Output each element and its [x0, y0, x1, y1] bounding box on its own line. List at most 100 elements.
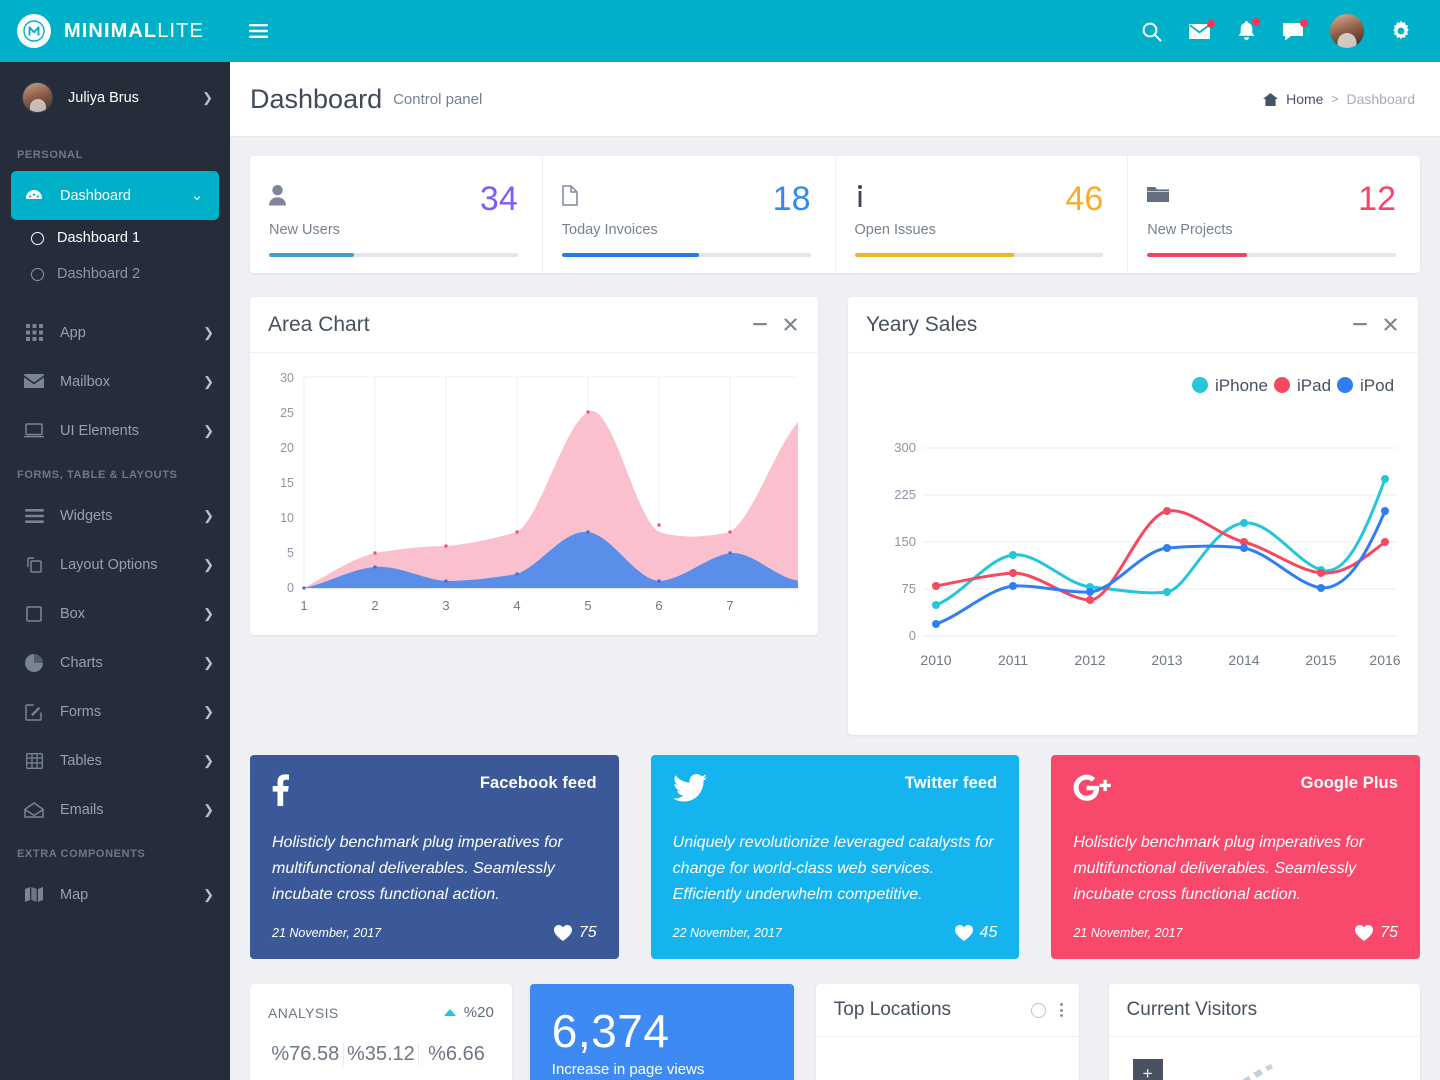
sidebar: MINIMALLITE Juliya Brus ❯ PERSONAL Dashb…	[0, 0, 230, 1080]
minimize-icon[interactable]	[1353, 323, 1367, 326]
visitors-map-graphic	[1233, 1061, 1293, 1080]
svg-text:8: 8	[797, 598, 798, 613]
sidebar-subitem-label: Dashboard 1	[57, 230, 141, 246]
sidebar-item-app[interactable]: App ❯	[0, 308, 230, 357]
plus-icon[interactable]: +	[1132, 1059, 1163, 1080]
svg-text:iPhone: iPhone	[1215, 376, 1268, 395]
sidebar-item-mailbox[interactable]: Mailbox ❯	[0, 357, 230, 406]
user-avatar[interactable]	[1330, 14, 1364, 48]
search-icon[interactable]	[1141, 21, 1162, 42]
svg-text:10: 10	[280, 511, 294, 525]
stat-value: 34	[479, 180, 518, 218]
notification-badge	[1300, 18, 1308, 27]
stat-card-new-users: 34 New Users	[250, 156, 542, 273]
chevron-right-icon: ❯	[203, 654, 214, 670]
stat-label: Open Issues	[854, 222, 936, 238]
social-feed-date: 21 November, 2017	[1073, 926, 1183, 940]
radio-icon	[31, 231, 44, 245]
sidebar-item-forms[interactable]: Forms ❯	[0, 687, 230, 736]
sidebar-item-label: App	[60, 324, 86, 341]
sidebar-item-tables[interactable]: Tables ❯	[0, 736, 230, 785]
analysis-value: %6.66	[418, 1043, 494, 1066]
minimize-icon[interactable]	[753, 323, 767, 326]
analysis-title: ANALYSIS	[268, 1004, 339, 1021]
chevron-right-icon: ❯	[203, 752, 214, 768]
likes-count: 75	[1380, 924, 1399, 941]
chevron-right-icon: ❯	[203, 556, 214, 572]
gear-icon[interactable]	[1390, 20, 1412, 42]
sidebar-profile[interactable]: Juliya Brus ❯	[0, 62, 230, 135]
info-icon	[855, 185, 865, 207]
kebab-menu-icon[interactable]	[1059, 1003, 1063, 1017]
svg-text:2: 2	[371, 598, 378, 613]
sidebar-subitem-label: Dashboard 2	[57, 266, 141, 282]
facebook-icon	[272, 774, 289, 806]
heart-icon	[1355, 925, 1374, 941]
notification-badge	[1252, 17, 1260, 26]
monitor-icon	[22, 423, 46, 438]
google-plus-feed-card: Google Plus Holisticly benchmark plug im…	[1051, 755, 1421, 959]
page-title: Dashboard	[250, 83, 383, 114]
svg-text:0: 0	[287, 581, 294, 595]
profile-name: Juliya Brus	[68, 89, 139, 106]
chevron-right-icon: ❯	[203, 703, 214, 719]
svg-text:30: 30	[280, 371, 294, 385]
social-feed-likes[interactable]: 45	[954, 924, 998, 942]
sidebar-item-dashboard-2[interactable]: Dashboard 2	[0, 256, 230, 292]
mail-icon[interactable]	[1188, 19, 1215, 40]
sidebar-item-box[interactable]: Box ❯	[0, 589, 230, 638]
bars-icon	[22, 508, 46, 523]
svg-text:2015: 2015	[1305, 652, 1336, 668]
svg-text:5: 5	[584, 598, 591, 613]
bell-icon[interactable]	[1237, 17, 1260, 42]
social-feed-name: Facebook feed	[479, 774, 597, 792]
line-chart-svg: iPhone iPad iPod 300225150 750 2010 2011…	[894, 376, 1400, 668]
brand-logo-area[interactable]: MINIMALLITE	[0, 0, 230, 62]
close-icon[interactable]	[784, 318, 797, 331]
radio-icon	[31, 267, 44, 281]
sidebar-item-ui-elements[interactable]: UI Elements ❯	[0, 406, 230, 455]
content-area: Dashboard Control panel Home > Dashboard	[230, 0, 1440, 1080]
page-views-widget: 6,374 Increase in page views	[529, 984, 794, 1080]
breadcrumb-home[interactable]: Home	[1286, 91, 1323, 107]
page-header: Dashboard Control panel Home > Dashboard	[230, 62, 1440, 137]
stat-label: Today Invoices	[561, 222, 658, 238]
sidebar-item-emails[interactable]: Emails ❯	[0, 785, 230, 834]
chat-icon[interactable]	[1282, 18, 1308, 41]
sidebar-item-charts[interactable]: Charts ❯	[0, 638, 230, 687]
close-icon[interactable]	[1384, 318, 1397, 331]
sidebar-item-dashboard-1[interactable]: Dashboard 1	[0, 220, 230, 256]
top-locations-widget: Top Locations	[815, 984, 1079, 1080]
twitter-icon	[672, 774, 707, 802]
brand-name: MINIMALLITE	[64, 19, 204, 42]
svg-text:2012: 2012	[1074, 652, 1105, 668]
user-icon	[269, 185, 286, 206]
analysis-delta: %20	[443, 1004, 494, 1021]
svg-text:150: 150	[894, 534, 916, 549]
page-subtitle: Control panel	[393, 90, 483, 108]
stat-card-today-invoices: 18 Today Invoices	[541, 156, 835, 273]
svg-text:iPad: iPad	[1297, 376, 1331, 395]
svg-text:2010: 2010	[920, 652, 951, 668]
sidebar-item-widgets[interactable]: Widgets ❯	[0, 491, 230, 540]
breadcrumb-current: Dashboard	[1346, 91, 1416, 107]
sidebar-item-dashboard[interactable]: Dashboard ⌄	[11, 171, 219, 220]
sidebar-section-extra: EXTRA COMPONENTS	[17, 848, 146, 860]
folder-icon	[1147, 185, 1170, 203]
likes-count: 45	[979, 924, 998, 941]
sidebar-item-label: Dashboard	[60, 187, 131, 204]
current-visitors-widget: Current Visitors +	[1108, 984, 1420, 1080]
stat-card-open-issues: 46 Open Issues	[834, 156, 1128, 273]
stat-progress-bar	[1147, 253, 1396, 257]
sidebar-item-label: Map	[60, 886, 89, 903]
hamburger-icon[interactable]	[230, 24, 286, 38]
main-content: 34 New Users 18 Today Invoices 46 Open I…	[230, 137, 1440, 1080]
social-feed-date: 22 November, 2017	[672, 926, 782, 940]
social-feed-likes[interactable]: 75	[1355, 924, 1398, 942]
sidebar-item-layout-options[interactable]: Layout Options ❯	[0, 540, 230, 589]
circle-icon[interactable]	[1030, 1002, 1046, 1018]
social-feed-likes[interactable]: 75	[553, 924, 597, 942]
sidebar-item-label: Charts	[60, 654, 103, 671]
sidebar-item-map[interactable]: Map ❯	[0, 870, 230, 919]
stat-label: New Projects	[1147, 222, 1233, 238]
